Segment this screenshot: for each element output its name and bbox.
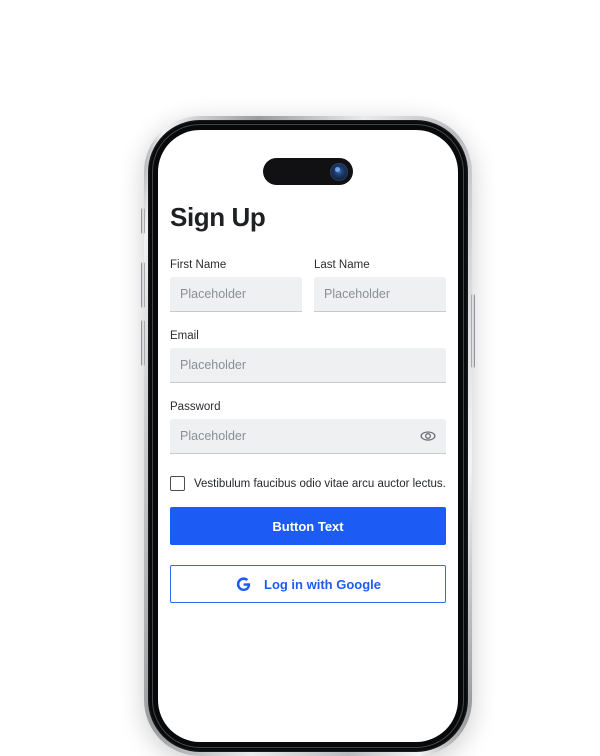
google-g-icon bbox=[235, 576, 252, 593]
dynamic-island bbox=[263, 158, 353, 185]
password-field-group: Password Placeholder bbox=[170, 401, 446, 454]
password-label: Password bbox=[170, 401, 221, 413]
name-fields-row: First Name Placeholder Last Name Placeho… bbox=[170, 259, 446, 312]
last-name-input[interactable]: Placeholder bbox=[314, 277, 446, 312]
password-input[interactable]: Placeholder bbox=[170, 419, 446, 454]
email-input[interactable]: Placeholder bbox=[170, 348, 446, 383]
mute-switch-button[interactable] bbox=[141, 208, 145, 234]
phone-screen: Sign Up First Name Placeholder Last Name… bbox=[158, 130, 458, 742]
google-login-label: Log in with Google bbox=[264, 576, 381, 592]
signup-form: Sign Up First Name Placeholder Last Name… bbox=[158, 202, 458, 603]
consent-row[interactable]: Vestibulum faucibus odio vitae arcu auct… bbox=[170, 476, 446, 491]
password-input-value: Placeholder bbox=[180, 429, 247, 443]
email-input-value: Placeholder bbox=[180, 358, 247, 372]
email-field-group: Email Placeholder bbox=[170, 330, 446, 383]
phone-device-mockup: Sign Up First Name Placeholder Last Name… bbox=[141, 116, 475, 756]
page-title: Sign Up bbox=[170, 202, 266, 232]
power-button[interactable] bbox=[471, 294, 475, 368]
primary-submit-button[interactable]: Button Text bbox=[170, 507, 446, 545]
last-name-label: Last Name bbox=[314, 259, 370, 271]
first-name-label: First Name bbox=[170, 259, 227, 271]
email-label: Email bbox=[170, 330, 199, 342]
volume-up-button[interactable] bbox=[141, 262, 145, 308]
show-password-eye-icon[interactable] bbox=[419, 427, 437, 445]
last-name-field-group: Last Name Placeholder bbox=[314, 259, 446, 312]
last-name-input-value: Placeholder bbox=[324, 287, 391, 301]
google-login-button[interactable]: Log in with Google bbox=[170, 565, 446, 603]
consent-label: Vestibulum faucibus odio vitae arcu auct… bbox=[194, 477, 446, 490]
volume-down-button[interactable] bbox=[141, 320, 145, 366]
first-name-input-value: Placeholder bbox=[180, 287, 247, 301]
front-camera-icon bbox=[330, 162, 348, 181]
consent-checkbox[interactable] bbox=[170, 476, 185, 491]
first-name-field-group: First Name Placeholder bbox=[170, 259, 302, 312]
first-name-input[interactable]: Placeholder bbox=[170, 277, 302, 312]
